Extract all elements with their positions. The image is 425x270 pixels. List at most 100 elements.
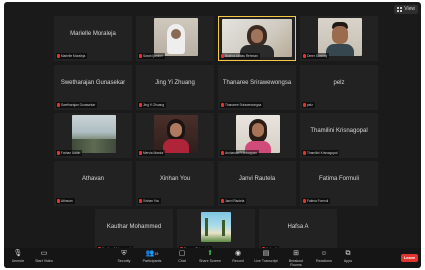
participant-tile[interactable]: Farhan Uddin xyxy=(54,113,132,158)
participant-label: Marielle Moraleja xyxy=(56,53,88,59)
apps-icon: ⧉ xyxy=(345,250,351,257)
participant-label: Janvi Rautela xyxy=(220,198,247,204)
participant-tile[interactable]: pelz pelz xyxy=(300,65,378,110)
mic-muted-icon xyxy=(303,103,306,107)
security-button[interactable]: ⛨ Security xyxy=(112,250,136,263)
mic-muted-icon xyxy=(221,54,224,58)
view-button[interactable]: View xyxy=(394,5,418,14)
apps-label: Apps xyxy=(343,259,353,263)
live-transcript-label: Live Transcript xyxy=(254,259,278,263)
grid-view-icon xyxy=(397,7,403,12)
video-camera-off-icon: ▭ xyxy=(40,250,48,257)
mic-muted-icon xyxy=(57,199,60,203)
reactions-label: Reactions xyxy=(316,259,332,263)
participant-tile[interactable]: Mervia Marcia xyxy=(136,113,214,158)
participant-label: Fatima Formuli xyxy=(302,198,331,204)
mic-muted-icon xyxy=(303,151,306,155)
participant-name: Swetharajan Gunasekar xyxy=(60,80,126,86)
mic-muted-icon xyxy=(57,151,60,155)
participant-tile[interactable]: Marielle Moraleja Marielle Moraleja xyxy=(54,16,132,61)
participant-label: Athavan xyxy=(56,198,75,204)
breakout-rooms-label: Breakout Rooms xyxy=(288,259,304,267)
participants-icon: 👥19 xyxy=(145,250,159,257)
mic-muted-icon xyxy=(303,199,306,203)
apps-button[interactable]: ⧉ Apps xyxy=(336,250,360,263)
mic-muted-icon xyxy=(139,199,142,203)
mic-muted-icon xyxy=(57,103,60,107)
reactions-button[interactable]: ☺ Reactions xyxy=(312,250,336,263)
record-button[interactable]: ◉ Record xyxy=(226,250,250,263)
start-video-button[interactable]: ▭ Start Video xyxy=(32,250,56,263)
participant-tile[interactable]: Jing Yi Zhuang Jing Yi Zhuang xyxy=(136,65,214,110)
participant-tile[interactable]: Fatima Formuli Fatima Formuli xyxy=(300,161,378,206)
participant-label: Farhan Uddin xyxy=(56,150,83,156)
closed-caption-icon: ▤ xyxy=(262,250,270,257)
participant-tile[interactable]: Xinhan You Xinhan You xyxy=(136,161,214,206)
participant-tile-active-speaker[interactable]: Bushra Abbas Rehman xyxy=(218,16,296,61)
participant-tile[interactable]: Sarah Ijambel xyxy=(136,16,214,61)
mic-muted-icon xyxy=(221,151,224,155)
view-button-label: View xyxy=(404,6,415,12)
participant-name: pelz xyxy=(333,80,345,86)
participant-tile[interactable]: Thamilini Krisnagopal Thamilini Krisnago… xyxy=(300,113,378,158)
zoom-meeting-window: View Marielle Moraleja Marielle Moraleja… xyxy=(4,2,421,268)
participant-tile[interactable]: Athavan Athavan xyxy=(54,161,132,206)
participants-label: Participants xyxy=(142,259,162,263)
participant-tile[interactable]: Archanaa R Arivappan xyxy=(218,113,296,158)
participant-label: Swetharajan Gunasekar xyxy=(56,102,98,108)
unmute-button[interactable]: 🎙 Unmute xyxy=(6,250,30,263)
participant-label: Archanaa R Arivappan xyxy=(220,150,259,156)
mic-muted-icon xyxy=(57,54,60,58)
mic-muted-icon xyxy=(139,103,142,107)
participant-name: Athavan xyxy=(81,176,105,182)
participant-name: Janvi Rautela xyxy=(238,176,276,182)
participant-name: Fatima Formuli xyxy=(318,176,359,182)
participant-label: Mervia Marcia xyxy=(138,150,166,156)
participant-name: Jing Yi Zhuang xyxy=(155,80,195,86)
participant-name: Hafsa A xyxy=(287,224,309,230)
participants-button[interactable]: 👥19 Participants xyxy=(140,250,164,263)
participant-video xyxy=(318,18,362,56)
record-icon: ◉ xyxy=(234,250,242,257)
share-screen-label: Share Screen xyxy=(199,259,221,263)
participant-tile[interactable]: Swetharajan Gunasekar Swetharajan Gunase… xyxy=(54,65,132,110)
participant-label: Bushra Abbas Rehman xyxy=(220,53,260,59)
leave-meeting-button[interactable]: Leave xyxy=(401,254,418,262)
participant-video xyxy=(236,115,280,153)
participant-name: Xinhan You xyxy=(159,176,191,182)
participant-name: Marielle Moraleja xyxy=(70,31,116,37)
record-label: Record xyxy=(232,259,244,263)
participant-video xyxy=(154,115,198,153)
breakout-rooms-icon: ⊞ xyxy=(293,250,299,257)
mic-muted-icon xyxy=(221,199,224,203)
start-video-label: Start Video xyxy=(35,259,53,263)
participant-tile[interactable]: Janvi Rautela Janvi Rautela xyxy=(218,161,296,206)
participant-name: Thamilini Krisnagopal xyxy=(310,128,368,134)
shield-icon: ⛨ xyxy=(121,250,127,257)
participants-count: 19 xyxy=(154,252,159,256)
participant-label: Thamilini Krisnagopal xyxy=(302,150,340,156)
participant-name: Kauthar Mohammed xyxy=(106,224,162,230)
chat-label: Chat xyxy=(178,259,186,263)
mic-muted-icon xyxy=(303,54,306,58)
participant-label: Thanaree Srirawewongsa xyxy=(220,102,264,108)
participant-label: Jing Yi Zhuang xyxy=(138,102,167,108)
unmute-label: Unmute xyxy=(11,259,25,263)
mic-muted-icon xyxy=(139,151,142,155)
microphone-muted-icon: 🎙 xyxy=(13,250,23,257)
participant-name: Thanaree Srirawewongsa xyxy=(222,80,292,86)
security-label: Security xyxy=(117,259,131,263)
participant-video xyxy=(154,18,198,56)
chat-button[interactable]: ▢ Chat xyxy=(170,250,194,263)
share-screen-button[interactable]: ⬆ Share Screen xyxy=(198,250,222,263)
participant-tile[interactable]: Omer Saadaq xyxy=(300,16,378,61)
breakout-rooms-button[interactable]: ⊞ Breakout Rooms xyxy=(284,250,308,267)
mic-muted-icon xyxy=(139,54,142,58)
participant-video xyxy=(222,19,292,57)
participant-tile[interactable]: Thanaree Srirawewongsa Thanaree Srirawew… xyxy=(218,65,296,110)
share-screen-icon: ⬆ xyxy=(207,250,213,257)
participant-video xyxy=(201,212,231,242)
participant-label: Xinhan You xyxy=(138,198,162,204)
live-transcript-button[interactable]: ▤ Live Transcript xyxy=(254,250,278,263)
participant-label: Sarah Ijambel xyxy=(138,53,165,59)
